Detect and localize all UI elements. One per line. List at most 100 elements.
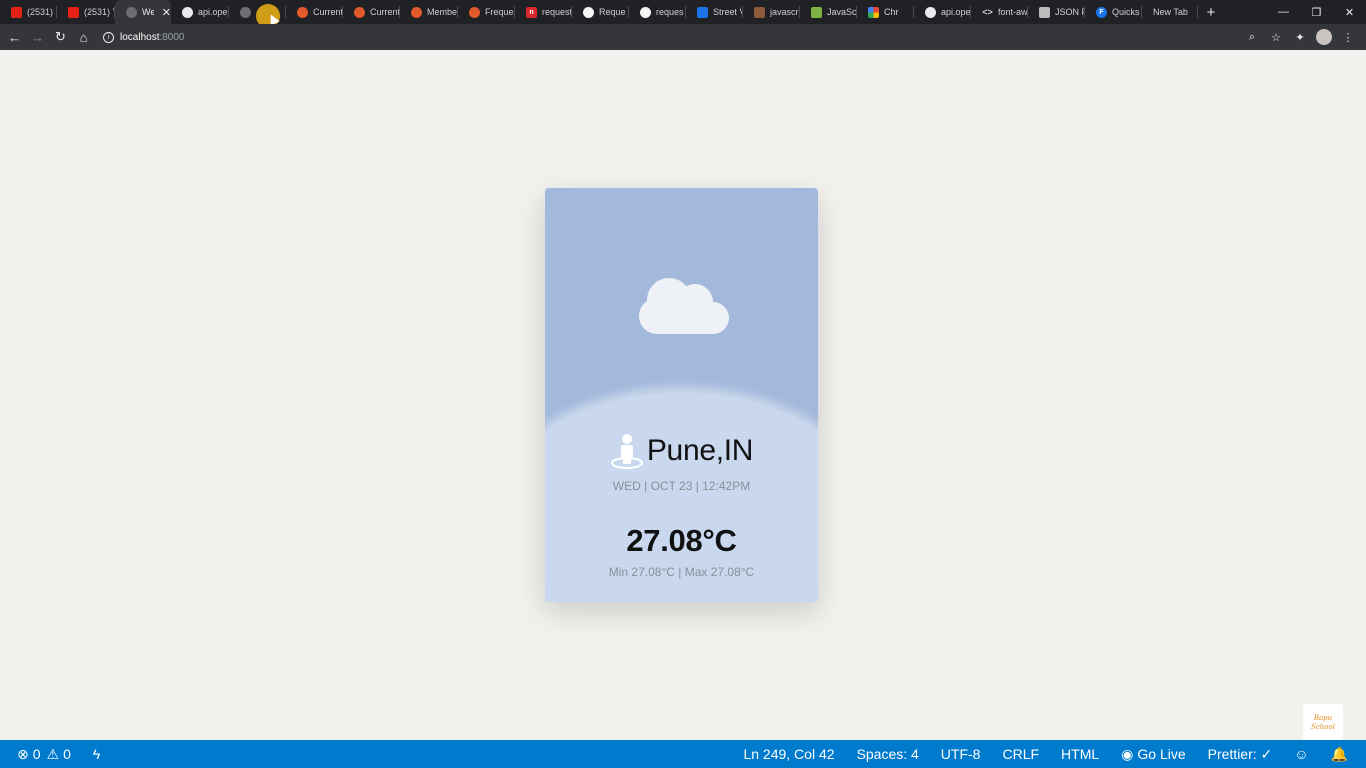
close-tab-icon[interactable]: ✕ [162, 6, 171, 19]
globe-icon [925, 6, 936, 18]
person-pin-icon [610, 434, 643, 469]
chrome-icon [868, 6, 879, 18]
url-host: localhost [120, 31, 160, 43]
browser-tab[interactable]: Membe [400, 0, 458, 24]
browser-tab[interactable]: (2531) Y [57, 0, 115, 24]
profile-avatar[interactable] [1316, 29, 1332, 45]
browser-tab[interactable]: Current [343, 0, 400, 24]
home-icon[interactable]: ⌂ [72, 24, 95, 50]
broadcast-icon: ◉ [1121, 745, 1134, 762]
tab-title: Street V [713, 7, 743, 17]
json-icon [1039, 6, 1050, 18]
warning-count: 0 [63, 746, 71, 762]
youtube-icon [68, 6, 79, 18]
indentation-setting[interactable]: Spaces: 4 [857, 746, 919, 762]
minimize-icon[interactable]: — [1267, 0, 1300, 24]
tab-title: font-aw [998, 7, 1028, 17]
temperature: 27.08°C [626, 523, 737, 558]
zoom-icon[interactable]: ⌕ [1240, 31, 1264, 44]
browser-tab[interactable]: New Tab [1142, 0, 1198, 24]
error-count: 0 [32, 746, 41, 762]
min-max-temperature: Min 27.08°C | Max 27.08°C [608, 565, 755, 579]
close-window-icon[interactable]: ✕ [1333, 0, 1366, 24]
browser-tab[interactable]: Chr [857, 0, 914, 24]
toolbar-actions: ⌕ ☆ ✦ ⋮ [1240, 29, 1360, 45]
globe-icon [126, 6, 137, 18]
address-bar[interactable]: i localhost:8000 [103, 27, 1240, 47]
new-tab-button[interactable]: + [1198, 0, 1224, 24]
forward-icon[interactable]: → [26, 24, 49, 50]
browser-tab[interactable]: JSON F [1028, 0, 1085, 24]
tab-title: javascr [770, 7, 799, 17]
browser-menu-icon[interactable]: ⋮ [1336, 31, 1360, 44]
tab-title: reques [656, 7, 684, 17]
go-live-button[interactable]: ◉ Go Live [1121, 746, 1185, 763]
browser-tab[interactable]: api.ope [171, 0, 229, 24]
weather-card: Pune,IN WED | OCT 23 | 12:42PM 27.08°C M… [545, 188, 818, 602]
language-mode[interactable]: HTML [1061, 746, 1099, 762]
go-live-label: Go Live [1137, 746, 1186, 762]
youtube-icon [11, 6, 22, 18]
browser-tab[interactable]: javascr [743, 0, 800, 24]
back-icon[interactable]: ← [3, 24, 26, 50]
browser-tab[interactable]: n request [515, 0, 572, 24]
logo-line-2: School [1311, 723, 1335, 731]
live-share-icon[interactable]: ϟ [93, 746, 100, 762]
tab-title: New Tab [1153, 7, 1188, 17]
postman-icon [469, 6, 480, 18]
prettier-status[interactable]: Prettier: ✓ [1208, 746, 1273, 763]
editor-status-bar: ⊗ 0 ⚠ 0 ϟ Ln 249, Col 42 Spaces: 4 UTF-8… [0, 740, 1366, 768]
browser-tab[interactable]: api.ope [914, 0, 971, 24]
url-port: :8000 [159, 31, 185, 43]
tab-title: api.ope [198, 7, 228, 17]
window-controls: — ❐ ✕ [1267, 0, 1366, 24]
channel-logo: Bapu School [1303, 704, 1343, 742]
browser-tab[interactable]: Street V [686, 0, 743, 24]
tab-title: request [542, 7, 572, 17]
tab-title: Freque [485, 7, 514, 17]
feedback-icon[interactable]: ☺ [1294, 746, 1308, 762]
browser-tab[interactable]: <> font-aw [971, 0, 1028, 24]
browser-tab[interactable]: Wea ✕ [115, 0, 171, 24]
browser-tab-strip: (2531) (2531) Y Wea ✕ api.ope Current Current M… [0, 0, 1366, 24]
browser-tab[interactable]: F Quicks [1085, 0, 1142, 24]
problems-indicator[interactable]: ⊗ 0 ⚠ 0 [17, 746, 71, 763]
tab-title: Chr [884, 7, 899, 17]
browser-tab[interactable]: (2531) [0, 0, 57, 24]
postman-icon [354, 6, 365, 18]
npm-icon: n [526, 6, 537, 18]
browser-tab[interactable]: Freque [458, 0, 515, 24]
notifications-bell-icon[interactable]: 🔔 [1331, 746, 1348, 763]
globe-icon [182, 6, 193, 18]
globe-icon [240, 6, 251, 18]
browser-tab[interactable]: Current [286, 0, 343, 24]
tab-title: JavaScr [827, 7, 857, 17]
tab-title: JSON F [1055, 7, 1085, 17]
encoding-setting[interactable]: UTF-8 [941, 746, 981, 762]
date-time: WED | OCT 23 | 12:42PM [612, 479, 751, 493]
tab-title: (2531) Y [84, 7, 115, 17]
logo-line-1: Bapu [1313, 714, 1333, 722]
browser-tab[interactable]: JavaScr [800, 0, 857, 24]
tab-title: Wea [142, 7, 154, 17]
city-name: Pune,IN [646, 434, 754, 467]
browser-tab[interactable]: Reque [572, 0, 629, 24]
tab-title: Current [370, 7, 400, 17]
postman-icon [297, 6, 308, 18]
extensions-icon[interactable]: ✦ [1288, 31, 1312, 44]
bookmark-star-icon[interactable]: ☆ [1264, 31, 1288, 44]
browser-tab[interactable]: reques [629, 0, 686, 24]
javascript-icon [811, 6, 822, 18]
tab-title: Membe [427, 7, 458, 17]
tab-title: api.ope [941, 7, 971, 17]
line-ending-setting[interactable]: CRLF [1002, 746, 1039, 762]
cloud-icon [639, 278, 729, 334]
tab-title: (2531) [27, 7, 54, 17]
stackoverflow-icon [754, 6, 765, 18]
restore-icon[interactable]: ❐ [1300, 0, 1333, 24]
warning-icon: ⚠ [46, 745, 60, 762]
info-icon[interactable]: i [103, 31, 114, 43]
cursor-position[interactable]: Ln 249, Col 42 [743, 746, 834, 762]
reload-icon[interactable]: ↻ [49, 24, 72, 50]
tab-title: Quicks [1112, 7, 1140, 17]
